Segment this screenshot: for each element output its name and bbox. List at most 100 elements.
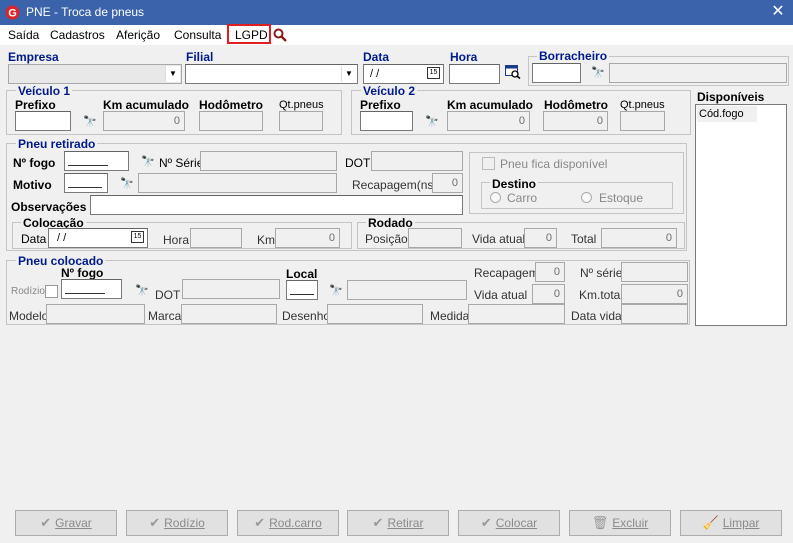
lgpd-highlight — [227, 24, 271, 44]
gravar-button[interactable]: ✔ Gravar — [15, 510, 117, 536]
veiculo2-prefixo-field[interactable] — [360, 111, 413, 131]
colocado-medida-label: Medida — [430, 309, 470, 323]
colocar-label: Colocar — [495, 516, 538, 530]
retirado-title: Pneu retirado — [16, 137, 98, 151]
colocado-recapagem-label: Recapagem — [474, 266, 539, 280]
binoculars-icon[interactable]: 🔭 — [83, 115, 97, 128]
colocacao-data-field[interactable]: / / 15 — [48, 228, 148, 248]
retirado-motivo-field[interactable] — [64, 173, 108, 193]
retirado-nserie-label: Nº Série — [159, 156, 204, 170]
veiculo2-title: Veículo 2 — [361, 84, 418, 98]
svg-text:G: G — [8, 8, 17, 20]
menu-consulta[interactable]: Consulta — [174, 28, 221, 42]
colocar-button[interactable]: ✔ Colocar — [458, 510, 560, 536]
check-icon: ✔ — [480, 515, 492, 530]
colocado-kmtotal-field: 0 — [621, 284, 688, 304]
fica-disponivel-checkbox[interactable] — [482, 157, 495, 170]
title-bar: G PNE - Troca de pneus ✕ — [0, 0, 793, 25]
calendar-icon[interactable]: 15 — [131, 231, 144, 243]
colocado-nfogo-field[interactable] — [61, 279, 122, 299]
colocado-modelo-label: Modelo — [9, 309, 49, 323]
colocado-local-label: Local — [286, 267, 318, 281]
menu-afericao[interactable]: Aferição — [116, 28, 160, 42]
data-field[interactable]: / / 15 — [363, 64, 444, 84]
borracheiro-code[interactable] — [532, 63, 581, 83]
binoculars-icon[interactable]: 🔭 — [135, 284, 149, 297]
menu-cadastros[interactable]: Cadastros — [50, 28, 105, 42]
search-icon[interactable] — [273, 28, 287, 42]
colocado-vidaatual-label: Vida atual — [474, 288, 528, 302]
retirado-observacoes-field[interactable] — [90, 195, 463, 215]
rodado-vidaatual-label: Vida atual — [472, 232, 526, 246]
veiculo2-qtpneus-label: Qt.pneus — [620, 99, 665, 111]
colocado-datavida-field — [621, 304, 688, 324]
carro-label: Carro — [507, 191, 538, 205]
colocado-local-field[interactable] — [286, 280, 318, 300]
retirado-nfogo-label: Nº fogo — [13, 156, 56, 170]
colocacao-data-label: Data — [21, 232, 47, 246]
hora-field[interactable] — [449, 64, 500, 84]
retirado-dot-field — [371, 151, 463, 171]
colocado-marca-label: Marca — [148, 309, 182, 323]
broom-icon: 🧹 — [702, 515, 719, 530]
veiculo2-hodometro-field: 0 — [543, 111, 608, 131]
colocado-rodizio-checkbox[interactable] — [45, 285, 58, 298]
veiculo2-qtpneus-field — [620, 111, 665, 131]
colocado-desenho-field — [327, 304, 423, 324]
veiculo2-km-field: 0 — [447, 111, 530, 131]
menu-saida[interactable]: Saída — [8, 28, 39, 42]
disponiveis-column-header[interactable]: Cód.fogo — [697, 106, 757, 122]
fica-disponivel-label: Pneu fica disponível — [500, 157, 608, 171]
chevron-down-icon[interactable]: ▼ — [165, 66, 180, 82]
veiculo2-prefixo-label: Prefixo — [360, 98, 401, 112]
filial-combo[interactable]: ▼ — [185, 64, 358, 84]
check-icon: ✔ — [40, 515, 52, 530]
colocado-desenho-label: Desenho — [282, 309, 331, 323]
colocado-modelo-field — [46, 304, 145, 324]
veiculo1-qtpneus-field — [279, 111, 323, 131]
binoculars-icon[interactable]: 🔭 — [120, 177, 134, 190]
app-logo-icon: G — [5, 5, 20, 20]
colocado-kmtotal-label: Km.total — [579, 288, 624, 302]
carro-radio[interactable] — [490, 192, 501, 203]
binoculars-icon[interactable]: 🔭 — [425, 115, 439, 128]
close-icon[interactable]: ✕ — [768, 2, 788, 22]
data-label: Data — [363, 50, 390, 64]
colocado-datavida-label: Data vida — [571, 309, 622, 323]
colocado-marca-field — [181, 304, 277, 324]
veiculo1-prefixo-field[interactable] — [15, 111, 71, 131]
borracheiro-name — [609, 63, 787, 83]
retirado-motivo-label: Motivo — [13, 178, 52, 192]
veiculo2-km-label: Km acumulado — [447, 98, 534, 112]
borracheiro-label: Borracheiro — [537, 49, 610, 63]
veiculo1-prefixo-label: Prefixo — [15, 98, 56, 112]
colocado-rodizio-label: Rodízio — [11, 286, 45, 297]
rodcarro-button[interactable]: ✔ Rod.carro — [237, 510, 339, 536]
binoculars-icon[interactable]: 🔭 — [329, 284, 343, 297]
destino-label: Destino — [490, 177, 539, 191]
disponiveis-list[interactable]: Cód.fogo — [695, 104, 787, 326]
rodado-total-field: 0 — [601, 228, 677, 248]
calendar-search-icon[interactable] — [505, 65, 521, 79]
colocacao-hora-field — [190, 228, 242, 248]
binoculars-icon[interactable]: 🔭 — [141, 155, 155, 168]
retirado-motivo-desc — [138, 173, 337, 193]
binoculars-icon[interactable]: 🔭 — [591, 66, 605, 79]
retirado-nfogo-field[interactable] — [64, 151, 129, 171]
window-title: PNE - Troca de pneus — [26, 5, 145, 19]
chevron-down-icon[interactable]: ▼ — [341, 66, 356, 82]
colocado-recapagem-field: 0 — [535, 262, 565, 282]
colocado-nserie-label: Nº série — [580, 266, 623, 280]
excluir-button[interactable]: 🗑 Excluir — [569, 510, 671, 536]
retirado-dot-label: DOT — [345, 156, 371, 170]
limpar-button[interactable]: 🧹 Limpar — [680, 510, 782, 536]
retirar-button[interactable]: ✔ Retirar — [347, 510, 449, 536]
empresa-combo[interactable]: ▼ — [8, 64, 182, 84]
colocado-medida-field — [468, 304, 565, 324]
calendar-icon[interactable]: 15 — [427, 67, 440, 79]
check-icon: ✔ — [372, 515, 384, 530]
menu-bar: Saída Cadastros Aferição Consulta LGPD — [0, 25, 793, 45]
rodizio-button[interactable]: ✔ Rodízio — [126, 510, 228, 536]
estoque-radio[interactable] — [581, 192, 592, 203]
colocacao-hora-label: Hora — [163, 233, 190, 247]
